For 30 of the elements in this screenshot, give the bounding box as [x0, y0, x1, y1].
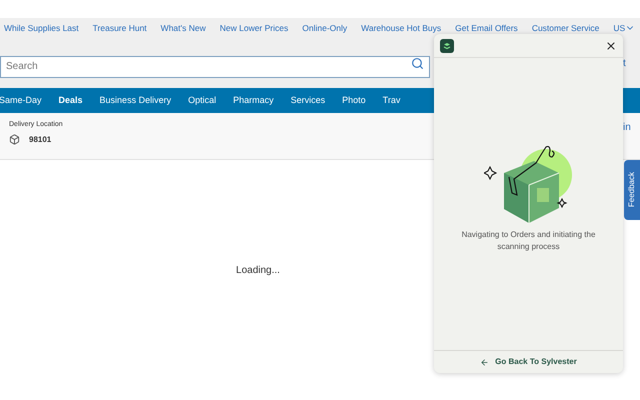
- top-link[interactable]: Customer Service: [532, 23, 600, 33]
- nav-item[interactable]: Services: [290, 94, 326, 108]
- nav-item[interactable]: Optical: [188, 94, 216, 108]
- search-icon[interactable]: [411, 57, 424, 70]
- zip-code[interactable]: 98101: [29, 134, 52, 146]
- loading-text: Loading...: [236, 264, 280, 278]
- nav-item[interactable]: Business Delivery: [100, 94, 172, 108]
- nav-item[interactable]: Trav: [382, 94, 400, 108]
- top-link[interactable]: New Lower Prices: [220, 23, 288, 33]
- nav-item[interactable]: Pharmacy: [233, 94, 274, 108]
- arrow-left-icon: [480, 358, 490, 366]
- top-link[interactable]: Treasure Hunt: [92, 23, 147, 33]
- search-field[interactable]: Search: [0, 56, 430, 78]
- nav-item[interactable]: Deals: [58, 94, 83, 108]
- top-link[interactable]: What's New: [160, 23, 206, 33]
- header-link[interactable]: t: [623, 56, 626, 71]
- go-back-button[interactable]: Go Back To Sylvester: [480, 356, 577, 368]
- top-link[interactable]: Online-Only: [302, 23, 348, 33]
- top-link[interactable]: Warehouse Hot Buys: [361, 23, 442, 33]
- top-link[interactable]: Get Email Offers: [455, 23, 518, 33]
- status-message: Navigating to Orders and initiating the scanning process: [460, 229, 596, 253]
- top-link[interactable]: US: [613, 23, 636, 33]
- top-link[interactable]: While Supplies Last: [4, 23, 79, 33]
- close-icon: [605, 40, 617, 52]
- app-logo-icon: [440, 38, 454, 52]
- close-button[interactable]: [605, 40, 617, 52]
- box-icon: [9, 134, 20, 145]
- feedback-tab[interactable]: Feedback: [624, 160, 640, 220]
- header-link[interactable]: in: [623, 120, 631, 135]
- nav-item[interactable]: Photo: [342, 94, 366, 108]
